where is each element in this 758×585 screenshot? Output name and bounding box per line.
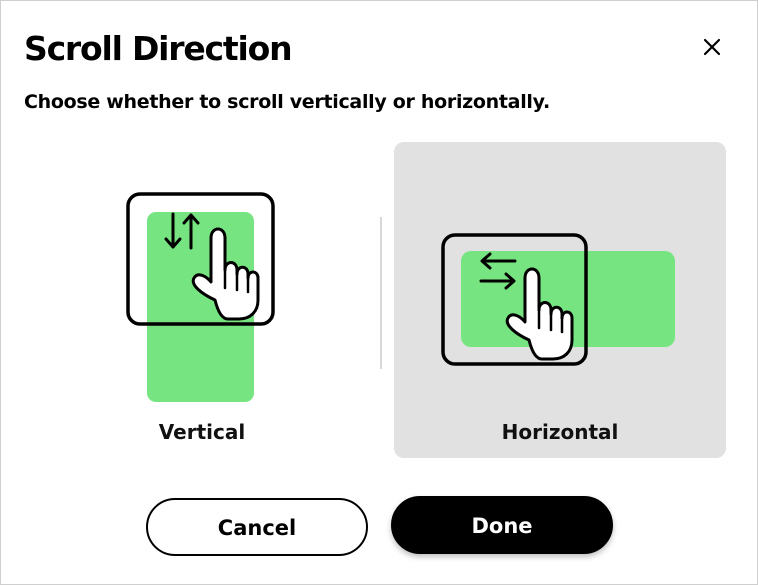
scroll-vertical-icon [126, 192, 275, 402]
dialog-description: Choose whether to scroll vertically or h… [24, 91, 550, 113]
close-button[interactable] [696, 31, 728, 63]
option-vertical[interactable]: Vertical [39, 142, 365, 458]
scroll-direction-dialog: Scroll Direction Choose whether to scrol… [0, 0, 758, 585]
cancel-button[interactable]: Cancel [146, 498, 368, 556]
option-vertical-label: Vertical [158, 420, 246, 444]
done-button[interactable]: Done [391, 496, 613, 554]
dialog-title: Scroll Direction [24, 29, 293, 68]
option-horizontal[interactable]: Horizontal [394, 142, 726, 458]
options-divider [380, 217, 382, 369]
close-icon [703, 38, 721, 56]
scroll-horizontal-icon [441, 233, 675, 366]
option-horizontal-label: Horizontal [501, 420, 619, 444]
